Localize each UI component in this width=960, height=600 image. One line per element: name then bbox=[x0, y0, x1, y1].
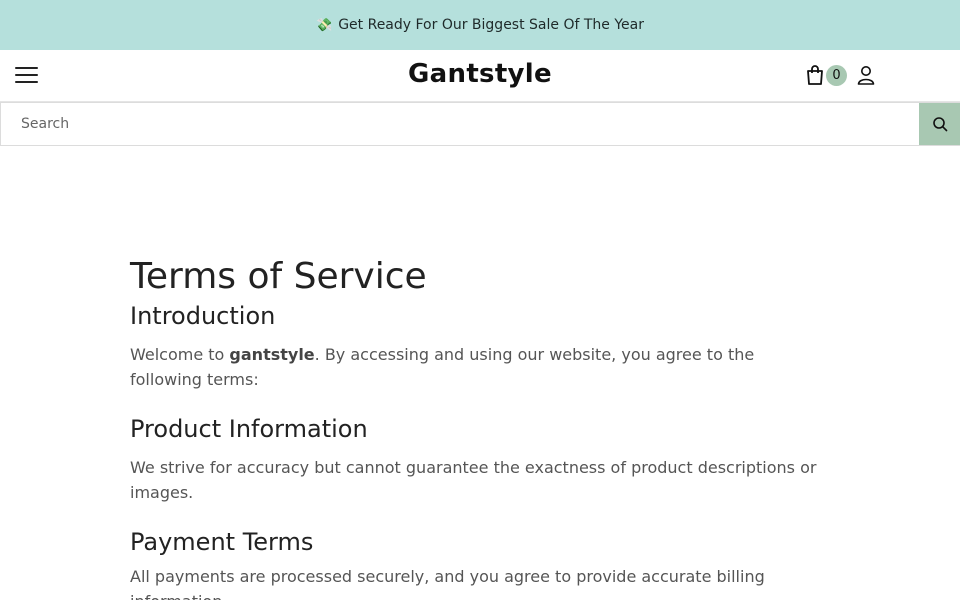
intro-brand-name: gantstyle bbox=[229, 345, 315, 364]
site-header: Gantstyle 0 bbox=[0, 50, 960, 102]
search-button[interactable] bbox=[919, 103, 960, 145]
search-bar bbox=[0, 102, 960, 146]
search-input[interactable] bbox=[1, 103, 919, 145]
section-heading-introduction: Introduction bbox=[130, 302, 276, 330]
money-icon: 💸 bbox=[316, 17, 333, 33]
search-icon bbox=[932, 117, 947, 132]
cart-count-badge[interactable]: 0 bbox=[826, 65, 847, 86]
section-heading-product-information: Product Information bbox=[130, 415, 368, 443]
section-heading-payment-terms: Payment Terms bbox=[130, 528, 314, 556]
section-text-introduction: Welcome to gantstyle. By accessing and u… bbox=[130, 342, 830, 392]
page-title: Terms of Service bbox=[130, 256, 427, 297]
user-account-icon[interactable] bbox=[856, 65, 876, 85]
section-text-payment-terms: All payments are processed securely, and… bbox=[130, 567, 765, 600]
main-content: Terms of Service Introduction Welcome to… bbox=[0, 146, 960, 600]
announcement-text: Get Ready For Our Biggest Sale Of The Ye… bbox=[338, 17, 644, 33]
announcement-bar: 💸 Get Ready For Our Biggest Sale Of The … bbox=[0, 0, 960, 50]
intro-text-start: Welcome to bbox=[130, 345, 230, 364]
section-text-product-information: We strive for accuracy but cannot guaran… bbox=[130, 458, 817, 502]
shopping-bag-icon[interactable] bbox=[805, 64, 825, 86]
